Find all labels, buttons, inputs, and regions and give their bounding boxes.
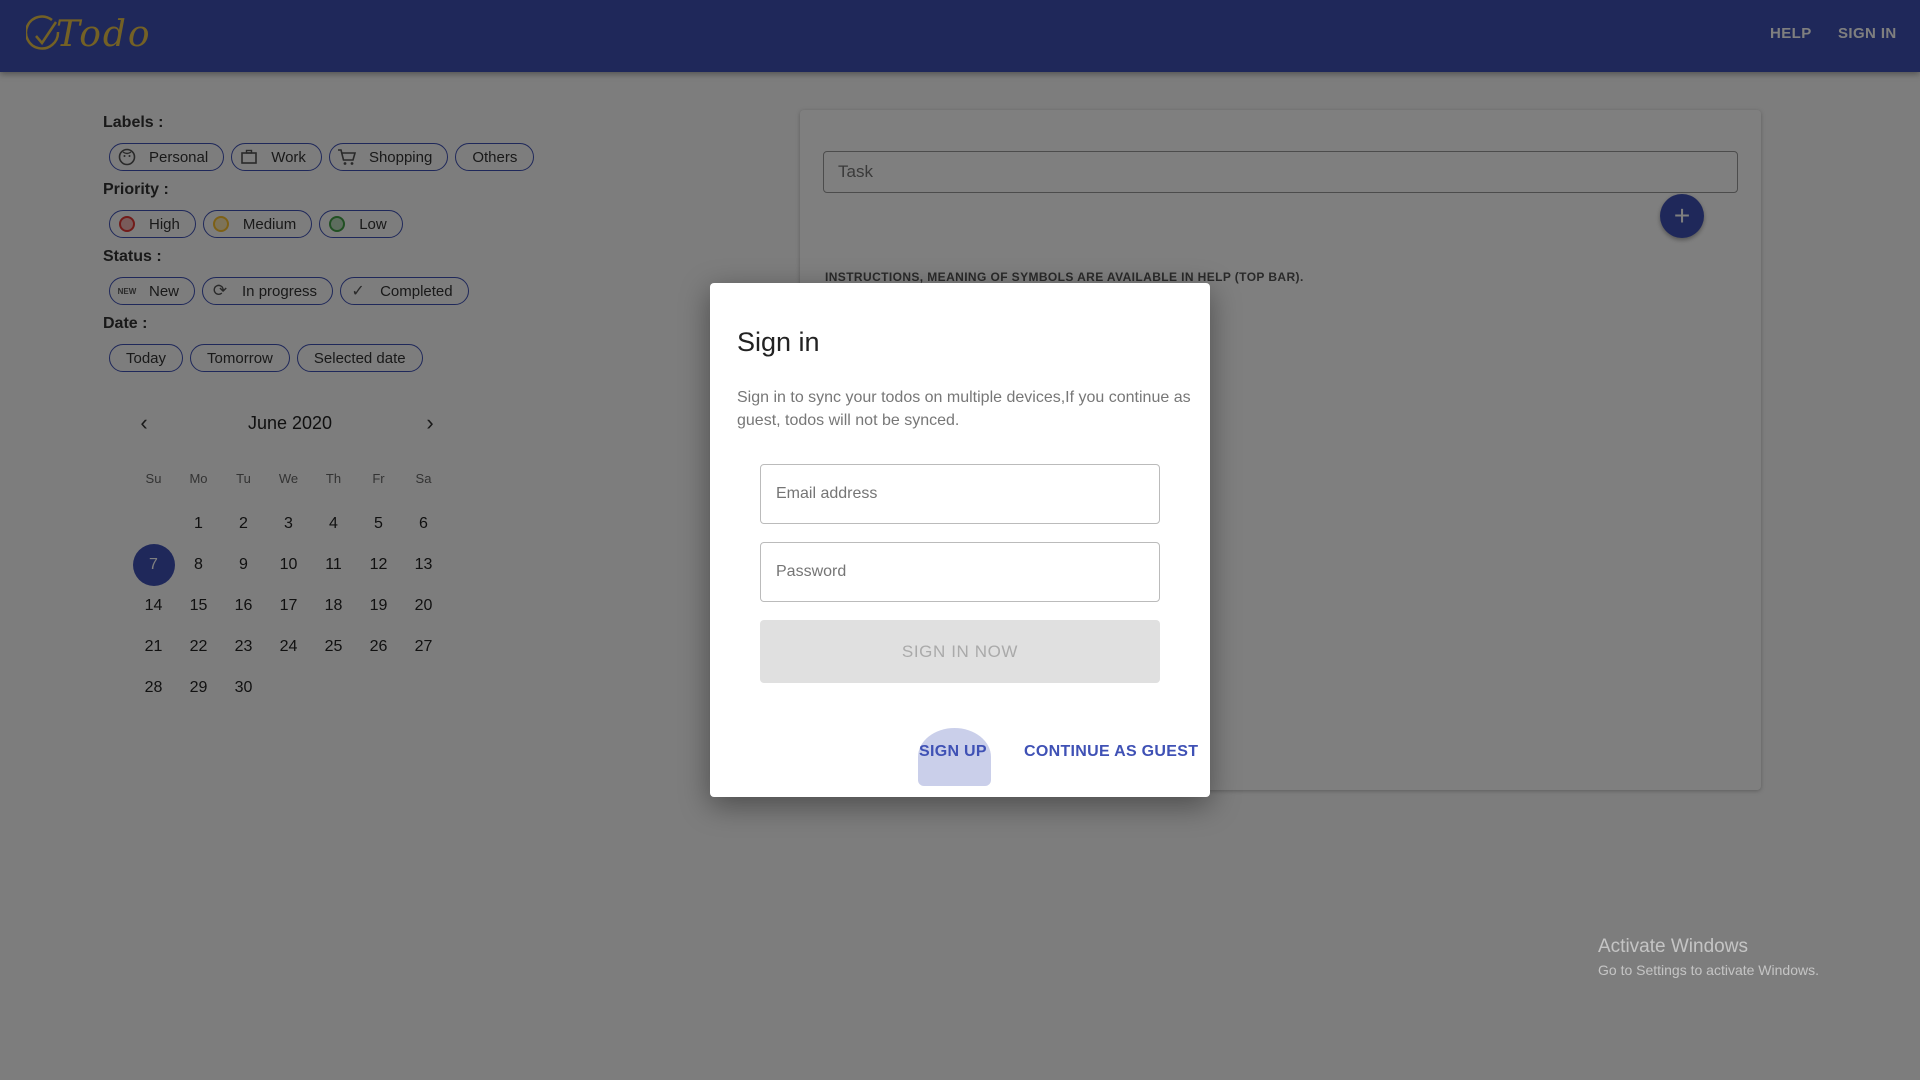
continue-as-guest-button[interactable]: CONTINUE AS GUEST xyxy=(1024,743,1198,761)
dialog-description: Sign in to sync your todos on multiple d… xyxy=(737,389,1191,429)
watermark-subtitle: Go to Settings to activate Windows. xyxy=(1598,962,1819,978)
sign-up-button[interactable]: SIGN UP xyxy=(919,743,987,761)
windows-activation-watermark: Activate Windows Go to Settings to activ… xyxy=(1598,936,1819,978)
email-field[interactable] xyxy=(760,464,1160,524)
password-field[interactable] xyxy=(760,542,1160,602)
dialog-title: Sign in xyxy=(737,327,820,357)
watermark-title: Activate Windows xyxy=(1598,936,1748,957)
sign-in-dialog: Sign in Sign in to sync your todos on mu… xyxy=(710,283,1210,797)
sign-in-now-button[interactable]: SIGN IN NOW xyxy=(760,620,1160,683)
